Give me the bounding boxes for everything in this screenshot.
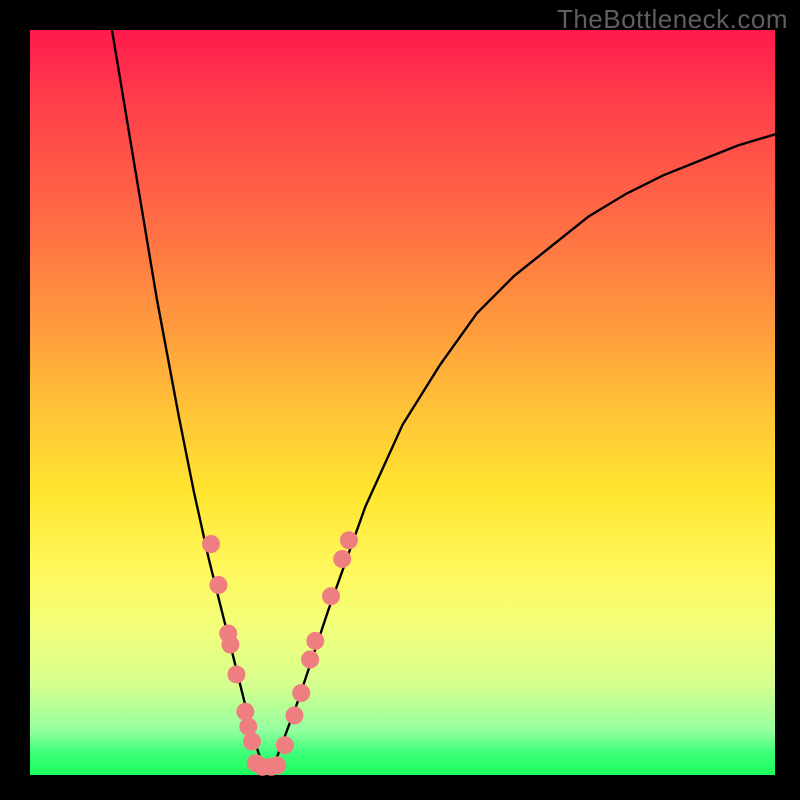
data-marker: [340, 531, 358, 549]
plot-area: [30, 30, 775, 775]
data-marker: [268, 756, 286, 774]
data-marker: [236, 703, 254, 721]
chart-frame: TheBottleneck.com: [0, 0, 800, 800]
data-marker: [286, 706, 304, 724]
data-marker: [306, 632, 324, 650]
curve-layer: [30, 30, 775, 775]
marker-layer: [202, 531, 358, 776]
data-marker: [322, 587, 340, 605]
data-marker: [221, 636, 239, 654]
data-marker: [202, 535, 220, 553]
data-marker: [243, 733, 261, 751]
data-marker: [227, 665, 245, 683]
data-marker: [292, 684, 310, 702]
bottleneck-curve: [112, 30, 775, 768]
watermark-text: TheBottleneck.com: [557, 4, 788, 35]
data-marker: [276, 736, 294, 754]
data-marker: [301, 651, 319, 669]
data-marker: [333, 550, 351, 568]
data-marker: [210, 576, 228, 594]
